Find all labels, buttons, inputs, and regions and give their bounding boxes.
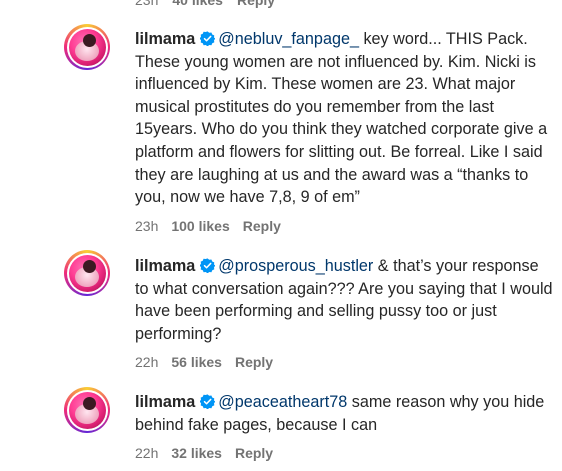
avatar[interactable] (64, 24, 110, 70)
username-link[interactable]: lilmama (135, 393, 195, 411)
verified-badge-icon (200, 394, 216, 409)
comment-time[interactable]: 23h (135, 218, 158, 234)
comment-body: key word... THIS Pack. These young women… (135, 30, 548, 207)
likes-count[interactable]: 32 likes (171, 445, 222, 461)
mention-link[interactable]: @prosperous_hustler (218, 257, 373, 275)
reply-button[interactable]: Reply (235, 445, 273, 461)
mention-link[interactable]: @peaceatheart78 (218, 393, 347, 411)
reply-button[interactable]: Reply (243, 218, 281, 234)
comment-text: lilmama @peaceatheart78 same reason why y… (135, 391, 555, 436)
reply-button[interactable]: Reply (235, 354, 273, 370)
reply-button[interactable]: Reply (237, 0, 275, 8)
username-link[interactable]: lilmama (135, 257, 195, 275)
comment-text: lilmama @nebluv_fanpage_ key word... THIS… (135, 28, 555, 209)
likes-count[interactable]: 100 likes (171, 218, 229, 234)
comment-time[interactable]: 22h (135, 354, 158, 370)
username-link[interactable]: lilmama (135, 30, 195, 48)
avatar[interactable] (64, 387, 110, 433)
comment-time[interactable]: 22h (135, 445, 158, 461)
previous-comment-meta: 23h 40 likes Reply (135, 0, 275, 9)
verified-badge-icon (200, 258, 216, 273)
comment-text: lilmama @prosperous_hustler & that’s your… (135, 255, 555, 345)
likes-count[interactable]: 40 likes (172, 0, 223, 8)
comment-time: 23h (135, 0, 159, 8)
mention-link[interactable]: @nebluv_fanpage_ (218, 30, 359, 48)
comment-meta: 22h 32 likes Reply (135, 444, 555, 462)
likes-count[interactable]: 56 likes (171, 354, 222, 370)
comment-meta: 23h 100 likes Reply (135, 217, 555, 235)
avatar[interactable] (64, 250, 110, 296)
comment-meta: 22h 56 likes Reply (135, 353, 555, 371)
verified-badge-icon (200, 31, 216, 46)
